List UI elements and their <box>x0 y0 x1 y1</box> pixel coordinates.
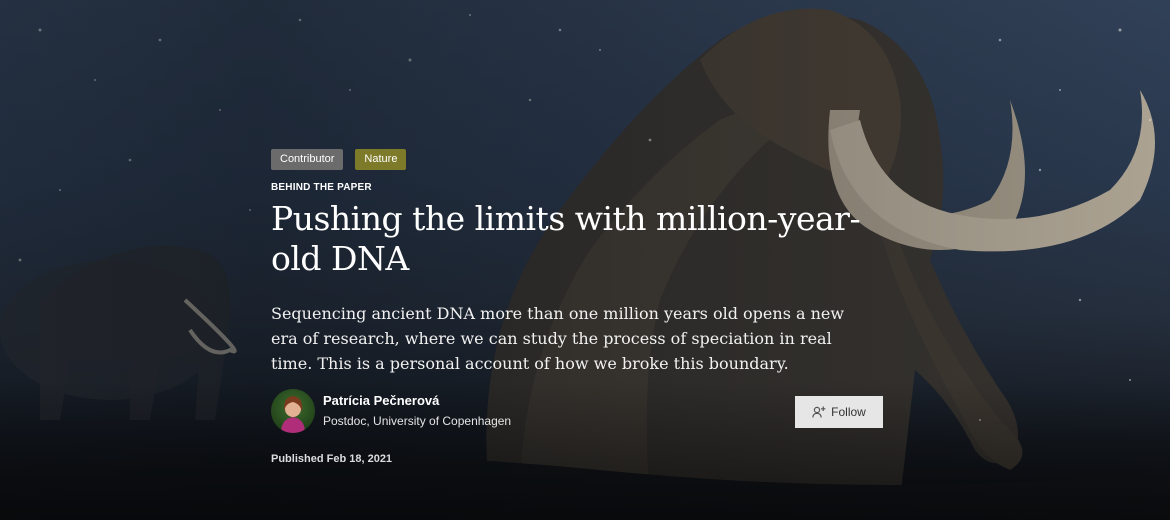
add-user-icon <box>812 406 826 418</box>
avatar[interactable] <box>271 389 315 433</box>
tag-list: Contributor Nature <box>271 149 891 170</box>
follow-label: Follow <box>831 405 866 419</box>
follow-button[interactable]: Follow <box>795 396 883 428</box>
article-header: Contributor Nature BEHIND THE PAPER Push… <box>271 149 891 465</box>
tag-nature[interactable]: Nature <box>355 149 407 170</box>
author-affiliation: Postdoc, University of Copenhagen <box>323 414 512 428</box>
author-name[interactable]: Patrícia Pečnerová <box>323 393 439 408</box>
page-title: Pushing the limits with million-year-old… <box>271 199 861 278</box>
author-block: Patrícia Pečnerová Postdoc, University o… <box>271 389 883 435</box>
published-date: Published Feb 18, 2021 <box>271 453 393 465</box>
tag-contributor[interactable]: Contributor <box>271 149 344 170</box>
kicker: BEHIND THE PAPER <box>271 182 372 193</box>
article-summary: Sequencing ancient DNA more than one mil… <box>271 304 845 374</box>
